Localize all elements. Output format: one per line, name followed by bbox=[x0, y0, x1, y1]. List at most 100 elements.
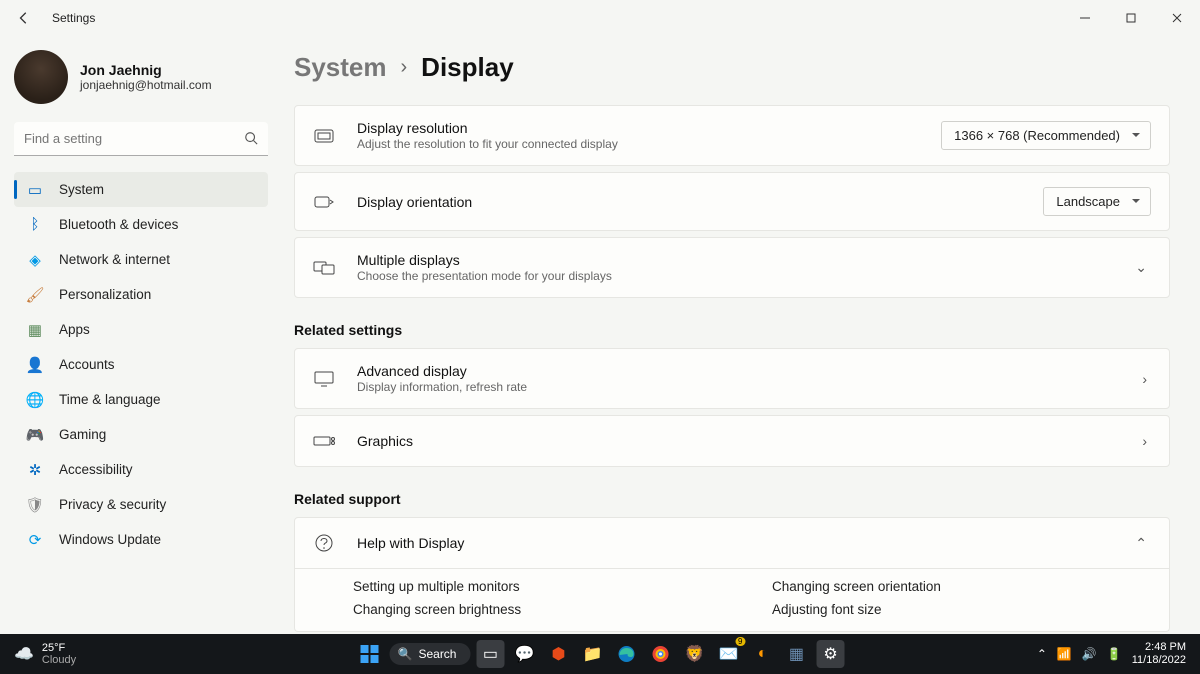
nav-item-accounts[interactable]: 👤 Accounts bbox=[14, 347, 268, 382]
apps-icon: ▦ bbox=[26, 321, 44, 339]
graphics-icon bbox=[313, 430, 335, 452]
nav-label: System bbox=[59, 182, 104, 197]
nav-label: Bluetooth & devices bbox=[59, 217, 178, 232]
title-bar: Settings bbox=[0, 0, 1200, 36]
help-link[interactable]: Setting up multiple monitors bbox=[353, 579, 732, 594]
resolution-dropdown[interactable]: 1366 × 768 (Recommended) bbox=[941, 121, 1151, 150]
help-links: Setting up multiple monitors Changing sc… bbox=[294, 569, 1170, 632]
card-title: Display resolution bbox=[357, 120, 919, 136]
nav-label: Gaming bbox=[59, 427, 106, 442]
nav-item-bluetooth[interactable]: ᛒBluetooth & devices bbox=[14, 207, 268, 242]
app-icon[interactable]: ◐ bbox=[748, 640, 776, 668]
edge-icon[interactable] bbox=[612, 640, 640, 668]
nav-item-accessibility[interactable]: ✲ Accessibility bbox=[14, 452, 268, 487]
card-title: Graphics bbox=[357, 433, 1116, 449]
search-icon bbox=[244, 131, 258, 150]
taskbar-weather[interactable]: ☁️ 25°F Cloudy bbox=[0, 642, 76, 666]
breadcrumb-current: Display bbox=[421, 52, 514, 83]
taskbar-center: 🔍Search ▭ 💬 ⬢ 📁 🦁 ✉️ ◐ ▦ ⚙ bbox=[356, 640, 845, 668]
wifi-tray-icon[interactable]: 📶 bbox=[1057, 647, 1072, 661]
search-input[interactable] bbox=[14, 122, 268, 156]
volume-tray-icon[interactable]: 🔊 bbox=[1082, 647, 1097, 661]
monitor-icon bbox=[313, 368, 335, 390]
accessibility-icon: ✲ bbox=[26, 461, 44, 479]
close-button[interactable] bbox=[1154, 0, 1200, 36]
nav-item-time[interactable]: 🌐Time & language bbox=[14, 382, 268, 417]
nav-item-apps[interactable]: ▦ Apps bbox=[14, 312, 268, 347]
nav-label: Personalization bbox=[59, 287, 151, 302]
help-link[interactable]: Adjusting font size bbox=[772, 602, 1151, 617]
nav-item-personalization[interactable]: 🖌 Personalization bbox=[14, 277, 268, 312]
breadcrumb: System › Display bbox=[294, 52, 1170, 83]
start-button[interactable] bbox=[356, 640, 384, 668]
card-title: Multiple displays bbox=[357, 252, 1109, 268]
help-link[interactable]: Changing screen orientation bbox=[772, 579, 1151, 594]
update-icon: ⟳ bbox=[26, 531, 44, 549]
nav-label: Accessibility bbox=[59, 462, 133, 477]
card-advanced-display[interactable]: Advanced display Display information, re… bbox=[294, 348, 1170, 409]
explorer-icon[interactable]: 📁 bbox=[578, 640, 606, 668]
chevron-right-icon: › bbox=[1138, 371, 1151, 387]
help-icon bbox=[313, 532, 335, 554]
nav-label: Privacy & security bbox=[59, 497, 166, 512]
mail-icon[interactable]: ✉️ bbox=[714, 640, 742, 668]
card-title: Advanced display bbox=[357, 363, 1116, 379]
taskbar-search[interactable]: 🔍Search bbox=[390, 643, 471, 665]
card-multiple-displays[interactable]: Multiple displays Choose the presentatio… bbox=[294, 237, 1170, 298]
teams-icon[interactable]: 💬 bbox=[510, 640, 538, 668]
window-title: Settings bbox=[52, 11, 95, 25]
weather-icon: ☁️ bbox=[14, 644, 34, 664]
brush-icon: 🖌 bbox=[26, 286, 44, 304]
battery-tray-icon[interactable]: 🔋 bbox=[1107, 647, 1122, 661]
resolution-icon bbox=[313, 125, 335, 147]
person-icon: 👤 bbox=[26, 356, 44, 374]
card-subtitle: Adjust the resolution to fit your connec… bbox=[357, 137, 919, 151]
chrome-icon[interactable] bbox=[646, 640, 674, 668]
system-icon: ▭ bbox=[26, 181, 44, 199]
nav-item-network[interactable]: ◈Network & internet bbox=[14, 242, 268, 277]
tray-chevron-icon[interactable]: ⌃ bbox=[1037, 647, 1047, 661]
gaming-icon: 🎮 bbox=[26, 426, 44, 444]
clock-date: 11/18/2022 bbox=[1132, 654, 1186, 667]
card-help-display[interactable]: Help with Display ⌃ bbox=[294, 517, 1170, 569]
chevron-right-icon: › bbox=[401, 56, 408, 79]
nav-label: Apps bbox=[59, 322, 90, 337]
nav-item-system[interactable]: ▭ System bbox=[14, 172, 268, 207]
breadcrumb-parent[interactable]: System bbox=[294, 52, 387, 83]
brave-icon[interactable]: 🦁 bbox=[680, 640, 708, 668]
weather-temp: 25°F bbox=[42, 642, 76, 654]
card-subtitle: Display information, refresh rate bbox=[357, 380, 1116, 394]
user-email: jonjaehnig@hotmail.com bbox=[80, 78, 212, 92]
sidebar: Jon Jaehnig jonjaehnig@hotmail.com ▭ Syst… bbox=[0, 36, 282, 634]
nav-item-privacy[interactable]: 🛡Privacy & security bbox=[14, 487, 268, 522]
nav-label: Windows Update bbox=[59, 532, 161, 547]
nav-label: Accounts bbox=[59, 357, 115, 372]
orientation-dropdown[interactable]: Landscape bbox=[1043, 187, 1151, 216]
office-icon[interactable]: ⬢ bbox=[544, 640, 572, 668]
nav-item-gaming[interactable]: 🎮 Gaming bbox=[14, 417, 268, 452]
taskbar-clock[interactable]: 2:48 PM 11/18/2022 bbox=[1132, 641, 1186, 667]
section-related-settings: Related settings bbox=[294, 322, 1170, 338]
main-content: System › Display Display resolution Adju… bbox=[282, 36, 1200, 634]
section-related-support: Related support bbox=[294, 491, 1170, 507]
task-view-button[interactable]: ▭ bbox=[476, 640, 504, 668]
calculator-icon[interactable]: ▦ bbox=[782, 640, 810, 668]
multiple-displays-icon bbox=[313, 257, 335, 279]
nav: ▭ System ᛒBluetooth & devices ◈Network & … bbox=[14, 172, 268, 557]
user-block[interactable]: Jon Jaehnig jonjaehnig@hotmail.com bbox=[14, 50, 268, 104]
card-graphics[interactable]: Graphics › bbox=[294, 415, 1170, 467]
settings-icon[interactable]: ⚙ bbox=[816, 640, 844, 668]
orientation-icon bbox=[313, 191, 335, 213]
minimize-button[interactable] bbox=[1062, 0, 1108, 36]
back-button[interactable] bbox=[14, 8, 34, 28]
nav-item-update[interactable]: ⟳ Windows Update bbox=[14, 522, 268, 557]
search-label: Search bbox=[418, 647, 456, 661]
avatar bbox=[14, 50, 68, 104]
card-display-resolution[interactable]: Display resolution Adjust the resolution… bbox=[294, 105, 1170, 166]
maximize-button[interactable] bbox=[1108, 0, 1154, 36]
card-display-orientation[interactable]: Display orientation Landscape bbox=[294, 172, 1170, 231]
help-link[interactable]: Changing screen brightness bbox=[353, 602, 732, 617]
taskbar: ☁️ 25°F Cloudy 🔍Search ▭ 💬 ⬢ 📁 🦁 ✉️ ◐ ▦ … bbox=[0, 634, 1200, 674]
chevron-right-icon: › bbox=[1138, 433, 1151, 449]
clock-time: 2:48 PM bbox=[1132, 641, 1186, 654]
